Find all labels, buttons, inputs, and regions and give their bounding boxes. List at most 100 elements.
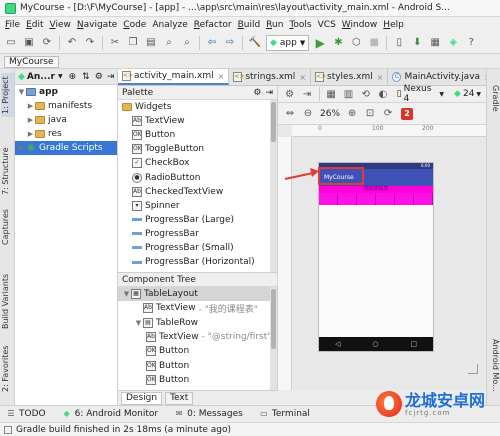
back-icon[interactable]: ⇦ xyxy=(205,36,219,50)
blueprint-view-icon[interactable]: ▥ xyxy=(342,87,355,101)
component-tree-item[interactable]: Ab TextView - "我的课程表" xyxy=(118,301,277,315)
run-icon[interactable]: ▶ xyxy=(313,36,327,50)
table-cell[interactable] xyxy=(414,193,433,205)
table-cell[interactable] xyxy=(319,193,338,205)
palette-scrollbar[interactable] xyxy=(270,100,277,272)
copy-icon[interactable]: ❐ xyxy=(126,36,140,50)
hide-icon[interactable]: ⇥ xyxy=(265,88,273,98)
menu-item-refactor[interactable]: Refactor xyxy=(191,20,235,30)
sync-icon[interactable]: ⟳ xyxy=(40,36,54,50)
close-icon[interactable]: × xyxy=(299,73,306,82)
tab-activity_main-xml[interactable]: <> activity_main.xml × xyxy=(118,69,230,85)
chevron-down-icon[interactable]: ▼ xyxy=(58,73,63,80)
tab-text[interactable]: Text xyxy=(165,391,194,405)
sdk-manager-icon[interactable]: ⬇ xyxy=(410,36,424,50)
zoom-in-icon[interactable]: ⊕ xyxy=(345,107,359,121)
palette-item[interactable]: OK ToggleButton xyxy=(118,142,277,156)
table-row-preview[interactable] xyxy=(319,193,433,205)
component-tree-item[interactable]: OK Button xyxy=(118,373,277,387)
table-cell[interactable] xyxy=(357,193,376,205)
tab-styles-xml[interactable]: <> styles.xml × xyxy=(311,69,389,85)
target-icon[interactable]: ⊕ xyxy=(69,72,77,82)
hide-icon[interactable]: ⇥ xyxy=(300,87,313,101)
menu-item-build[interactable]: Build xyxy=(235,20,264,30)
chevron-right-icon[interactable]: ▶ xyxy=(26,130,35,138)
tree-item-gradle-scripts[interactable]: ▶ ◉ Gradle Scripts xyxy=(15,141,117,155)
api-select[interactable]: ◆ 24 ▼ xyxy=(451,86,484,102)
palette-item[interactable]: Ab TextView xyxy=(118,114,277,128)
hide-icon[interactable]: ⇥ xyxy=(107,72,115,82)
orientation-icon[interactable]: ⟲ xyxy=(359,87,372,101)
tool-tab-gradle[interactable]: Gradle xyxy=(488,85,500,125)
gear-icon[interactable]: ⚙ xyxy=(283,87,296,101)
component-tree-scrollbar[interactable] xyxy=(270,287,277,390)
menu-item-window[interactable]: Window xyxy=(339,20,381,30)
pan-icon[interactable]: ⇔ xyxy=(283,107,297,121)
palette-item[interactable]: ProgressBar (Horizontal) xyxy=(118,255,277,269)
component-tree-item[interactable]: Ab TextView - "@string/first" xyxy=(118,330,277,344)
bottom-tool-messages[interactable]: ✉ 0: Messages xyxy=(168,409,243,419)
tool-tab-captures[interactable]: Captures xyxy=(1,205,14,249)
tree-item-manifests[interactable]: ▶ manifests xyxy=(15,99,117,113)
project-structure-icon[interactable]: ▦ xyxy=(428,36,442,50)
help-icon[interactable]: ? xyxy=(464,36,478,50)
gear-icon[interactable]: ⚙ xyxy=(95,72,103,82)
menu-item-file[interactable]: File xyxy=(2,20,23,30)
palette-group-widgets[interactable]: Widgets xyxy=(118,100,277,114)
tree-item-res[interactable]: ▶ res xyxy=(15,127,117,141)
undo-icon[interactable]: ↶ xyxy=(65,36,79,50)
chevron-right-icon[interactable]: ▶ xyxy=(17,144,26,152)
cut-icon[interactable]: ✂ xyxy=(108,36,122,50)
open-folder-icon[interactable]: ▭ xyxy=(4,36,18,50)
palette-item[interactable]: ProgressBar (Large) xyxy=(118,213,277,227)
chevron-down-icon[interactable]: ▼ xyxy=(17,88,26,96)
scrollbar-thumb[interactable] xyxy=(271,289,276,349)
zoom-out-icon[interactable]: ⊖ xyxy=(301,107,315,121)
tab-mainactivity-java[interactable]: CMainActivity.java× xyxy=(388,69,496,85)
menu-item-navigate[interactable]: Navigate xyxy=(74,20,120,30)
warnings-badge[interactable]: 2 xyxy=(401,107,414,120)
resize-handle[interactable] xyxy=(468,364,478,374)
table-cell[interactable] xyxy=(395,193,414,205)
gear-icon[interactable]: ⚙ xyxy=(253,88,261,98)
forward-icon[interactable]: ⇨ xyxy=(223,36,237,50)
chevron-right-icon[interactable]: ▶ xyxy=(26,102,35,110)
debug-icon[interactable]: ✱ xyxy=(331,36,345,50)
avd-manager-icon[interactable]: ▯ xyxy=(392,36,406,50)
tree-item-java[interactable]: ▶ java xyxy=(15,113,117,127)
palette-item[interactable]: ✓ CheckBox xyxy=(118,156,277,170)
menu-item-help[interactable]: Help xyxy=(380,20,407,30)
design-view-icon[interactable]: ▦ xyxy=(325,87,338,101)
android-device-monitor-icon[interactable]: ◈ xyxy=(446,36,460,50)
bottom-tool-todo[interactable]: ☰ TODO xyxy=(0,409,45,419)
project-view-selector[interactable]: An...r xyxy=(27,72,55,82)
palette-item[interactable]: Ab CheckedTextView xyxy=(118,185,277,199)
run-config-select[interactable]: ◆ app ▼ xyxy=(266,34,310,51)
paste-icon[interactable]: ▤ xyxy=(144,36,158,50)
table-cell[interactable] xyxy=(338,193,357,205)
bottom-tool-terminal[interactable]: ▭ Terminal xyxy=(253,409,310,419)
tool-tab-build-variants[interactable]: Build Variants xyxy=(1,269,14,333)
theme-icon[interactable]: ◐ xyxy=(376,87,389,101)
tool-tab-structure[interactable]: 7: Structure xyxy=(1,141,14,201)
device-preview[interactable]: 6:00 MyCourse 我的课程表 ◁ ○ □ xyxy=(318,162,434,352)
replace-icon[interactable]: ⌕ xyxy=(180,36,194,50)
course-title-textview[interactable]: 我的课程表 xyxy=(319,186,433,193)
tool-tab-project[interactable]: 1: Project xyxy=(1,73,14,117)
make-project-icon[interactable]: 🔨 xyxy=(248,36,262,50)
collapse-icon[interactable]: ⇅ xyxy=(82,72,90,82)
menu-item-code[interactable]: Code xyxy=(120,20,149,30)
palette-item[interactable]: ▾ Spinner xyxy=(118,199,277,213)
chevron-right-icon[interactable]: ▶ xyxy=(26,116,35,124)
palette-item[interactable]: OK Button xyxy=(118,128,277,142)
component-tree-item[interactable]: ▼ ▤ TableRow xyxy=(118,316,277,330)
palette-item[interactable]: ProgressBar xyxy=(118,227,277,241)
menu-item-tools[interactable]: Tools xyxy=(286,20,314,30)
table-cell[interactable] xyxy=(376,193,395,205)
zoom-fit-icon[interactable]: ⊡ xyxy=(363,107,377,121)
chevron-down-icon[interactable]: ▼ xyxy=(134,319,143,327)
menu-item-view[interactable]: View xyxy=(47,20,74,30)
design-canvas[interactable]: 0 100 200 6:00 MyCourse 我的课程表 ◁ ○ □ xyxy=(278,125,486,390)
breadcrumb-project[interactable]: MyCourse xyxy=(4,55,59,68)
refresh-icon[interactable]: ⟳ xyxy=(381,107,395,121)
